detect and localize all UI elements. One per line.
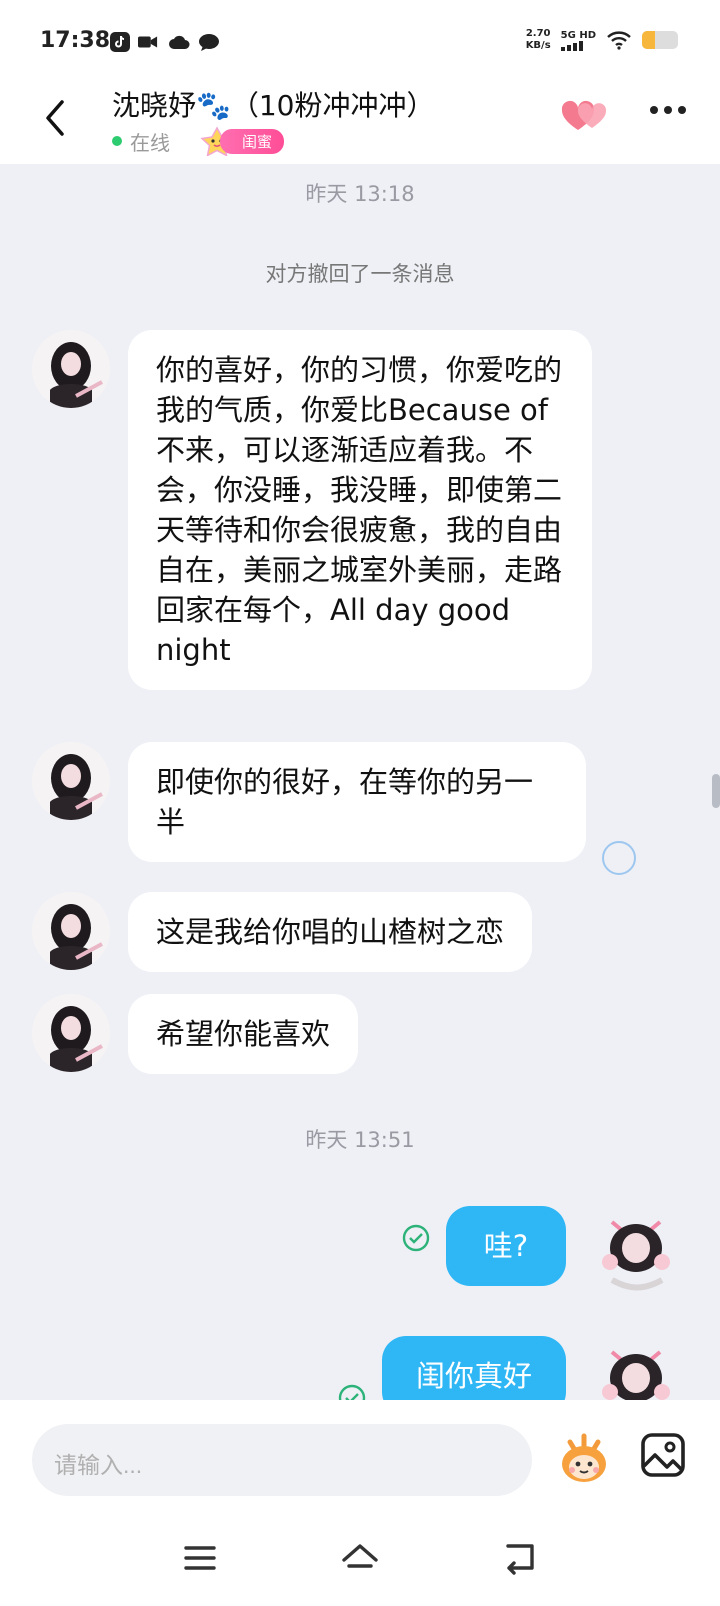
contact-avatar[interactable]	[32, 892, 110, 970]
contact-name[interactable]: 沈晓妤🐾（10粉冲冲冲）	[112, 84, 435, 124]
image-picker-icon[interactable]	[640, 1432, 686, 1478]
my-avatar[interactable]	[590, 1204, 682, 1296]
message-bubble-incoming[interactable]: 即使你的很好，在等你的另一半	[128, 742, 586, 862]
contact-avatar[interactable]	[32, 742, 110, 820]
signal-bars-icon	[560, 40, 596, 51]
read-check-icon	[402, 1224, 430, 1252]
timestamp: 昨天 13:51	[305, 1128, 415, 1152]
chat-area[interactable]: 昨天 13:18 对方撤回了一条消息 你的喜好，你的习惯，你爱吃的我的气质，你爱…	[0, 164, 720, 1416]
message-bubble-incoming[interactable]: 希望你能喜欢	[128, 994, 359, 1074]
my-avatar[interactable]	[590, 1334, 682, 1400]
back-nav-icon[interactable]	[500, 1538, 540, 1578]
scroll-indicator[interactable]	[712, 774, 720, 808]
home-icon[interactable]	[340, 1538, 380, 1578]
online-status-row: 在线 闺蜜	[112, 126, 285, 156]
cloud-icon	[169, 35, 190, 49]
contact-avatar[interactable]	[32, 330, 110, 408]
net-speed: 2.70 KB/s	[525, 28, 551, 51]
back-arrow-icon[interactable]	[40, 96, 70, 140]
recall-notice: 对方撤回了一条消息	[265, 262, 455, 286]
message-bubble-outgoing[interactable]: 哇?	[446, 1206, 566, 1286]
video-camera-icon	[138, 36, 158, 48]
badge-label: 闺蜜	[220, 128, 285, 154]
online-status: 在线	[130, 130, 170, 155]
message-input[interactable]: 请输入...	[32, 1424, 532, 1496]
chat-header: 沈晓妤🐾（10粉冲冲冲） 在线 闺蜜	[0, 84, 720, 164]
chat-bubble-icon	[199, 34, 219, 51]
status-time: 17:38	[40, 28, 111, 53]
message-bubble-incoming[interactable]: 这是我给你唱的山楂树之恋	[128, 892, 533, 972]
signal-indicator: 5G HD	[560, 30, 596, 51]
battery-icon	[642, 31, 678, 49]
intimacy-hearts-icon[interactable]	[560, 98, 610, 134]
message-bubble-incoming[interactable]: 你的喜好，你的习惯，你爱吃的我的气质，你爱比Because of不来，可以逐渐适…	[128, 330, 592, 690]
input-bar: 请输入...	[0, 1400, 720, 1510]
message-status-ring-icon	[602, 841, 636, 875]
more-options-icon[interactable]	[650, 106, 686, 114]
contact-avatar[interactable]	[32, 994, 110, 1072]
wifi-icon	[607, 31, 631, 50]
tiktok-icon	[110, 32, 130, 52]
menu-icon[interactable]	[180, 1538, 220, 1578]
online-dot-icon	[112, 136, 122, 146]
emoji-mascot-icon[interactable]	[556, 1430, 612, 1486]
status-bar: 17:38 2.70 KB/s 5G HD	[0, 0, 720, 84]
system-nav-bar	[0, 1510, 720, 1606]
relationship-badge[interactable]: 闺蜜	[196, 126, 285, 156]
timestamp: 昨天 13:18	[305, 182, 415, 206]
